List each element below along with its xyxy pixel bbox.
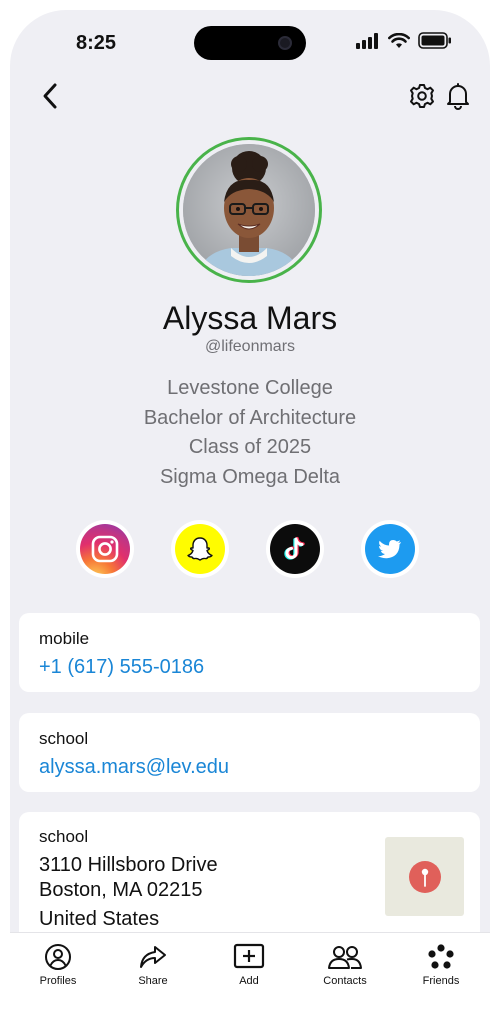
avatar-ring[interactable] [176, 137, 322, 283]
plus-square-icon [233, 943, 265, 969]
tab-share-label: Share [138, 975, 168, 987]
tab-profiles[interactable]: Profiles [18, 941, 98, 987]
chevron-left-icon [43, 83, 57, 109]
settings-button[interactable] [408, 82, 436, 110]
address-label: school [39, 827, 89, 846]
contact-card-mobile: mobile +1 (617) 555-0186 [19, 613, 480, 692]
tab-add[interactable]: Add [209, 941, 289, 987]
tiktok-icon [270, 524, 320, 574]
avatar-photo [183, 144, 315, 276]
bell-icon [447, 83, 469, 110]
avatar [183, 144, 315, 276]
tab-add-label: Add [239, 975, 259, 987]
instagram-button[interactable] [76, 520, 134, 578]
tiktok-button[interactable] [266, 520, 324, 578]
status-icons [356, 32, 452, 49]
camera-icon [278, 36, 292, 50]
address-line-1: 3110 Hillsboro Drive [39, 854, 218, 876]
email-label: school [39, 729, 89, 748]
app-screen: 8:25 Alyssa Mars @lifeonmars Levestone C… [10, 10, 490, 1020]
top-nav [10, 78, 490, 118]
map-thumbnail[interactable] [385, 837, 464, 916]
battery-icon [418, 32, 451, 49]
twitter-button[interactable] [361, 520, 419, 578]
friends-icon [428, 944, 454, 969]
tab-bar: Profiles Share Add Contacts Friends [10, 932, 490, 1020]
address-line-3: United States [39, 908, 160, 930]
tab-contacts-label: Contacts [323, 975, 367, 987]
snapchat-icon [175, 524, 225, 574]
tab-contacts[interactable]: Contacts [305, 941, 385, 987]
bio-line-degree: Bachelor of Architecture [143, 406, 357, 429]
bio-line-class: Class of 2025 [188, 436, 312, 458]
wifi-icon [388, 32, 410, 48]
twitter-icon [365, 524, 415, 574]
contact-card-email: school alyssa.mars@lev.edu [19, 713, 480, 792]
mobile-label: mobile [39, 629, 90, 648]
snapchat-button[interactable] [171, 520, 229, 578]
dynamic-island [194, 26, 306, 60]
bio-line-school: Levestone College [167, 377, 333, 399]
tab-friends[interactable]: Friends [401, 941, 481, 987]
bio-line-organization: Sigma Omega Delta [159, 465, 341, 488]
tab-share[interactable]: Share [113, 941, 193, 987]
status-bar: 8:25 [10, 10, 490, 74]
social-links [10, 520, 490, 580]
mobile-phone-link[interactable]: +1 (617) 555-0186 [39, 656, 204, 679]
share-arrow-icon [140, 946, 166, 968]
profile-bio: Levestone College Bachelor of Architectu… [10, 374, 490, 492]
person-circle-icon [45, 944, 71, 970]
gear-icon [410, 84, 434, 108]
contacts-icon [328, 946, 362, 969]
address-line-2: Boston, MA 02215 [39, 879, 203, 901]
instagram-icon [80, 524, 130, 574]
cellular-signal-icon [356, 32, 378, 49]
map-pin-icon [408, 860, 441, 893]
profile-name: Alyssa Mars [162, 300, 338, 336]
tab-friends-label: Friends [422, 975, 460, 987]
tab-profiles-label: Profiles [39, 975, 77, 987]
profile-handle: @lifeonmars [204, 338, 296, 355]
email-link[interactable]: alyssa.mars@lev.edu [39, 756, 229, 779]
status-time: 8:25 [76, 32, 117, 54]
back-button[interactable] [34, 80, 66, 112]
notifications-button[interactable] [444, 82, 472, 110]
